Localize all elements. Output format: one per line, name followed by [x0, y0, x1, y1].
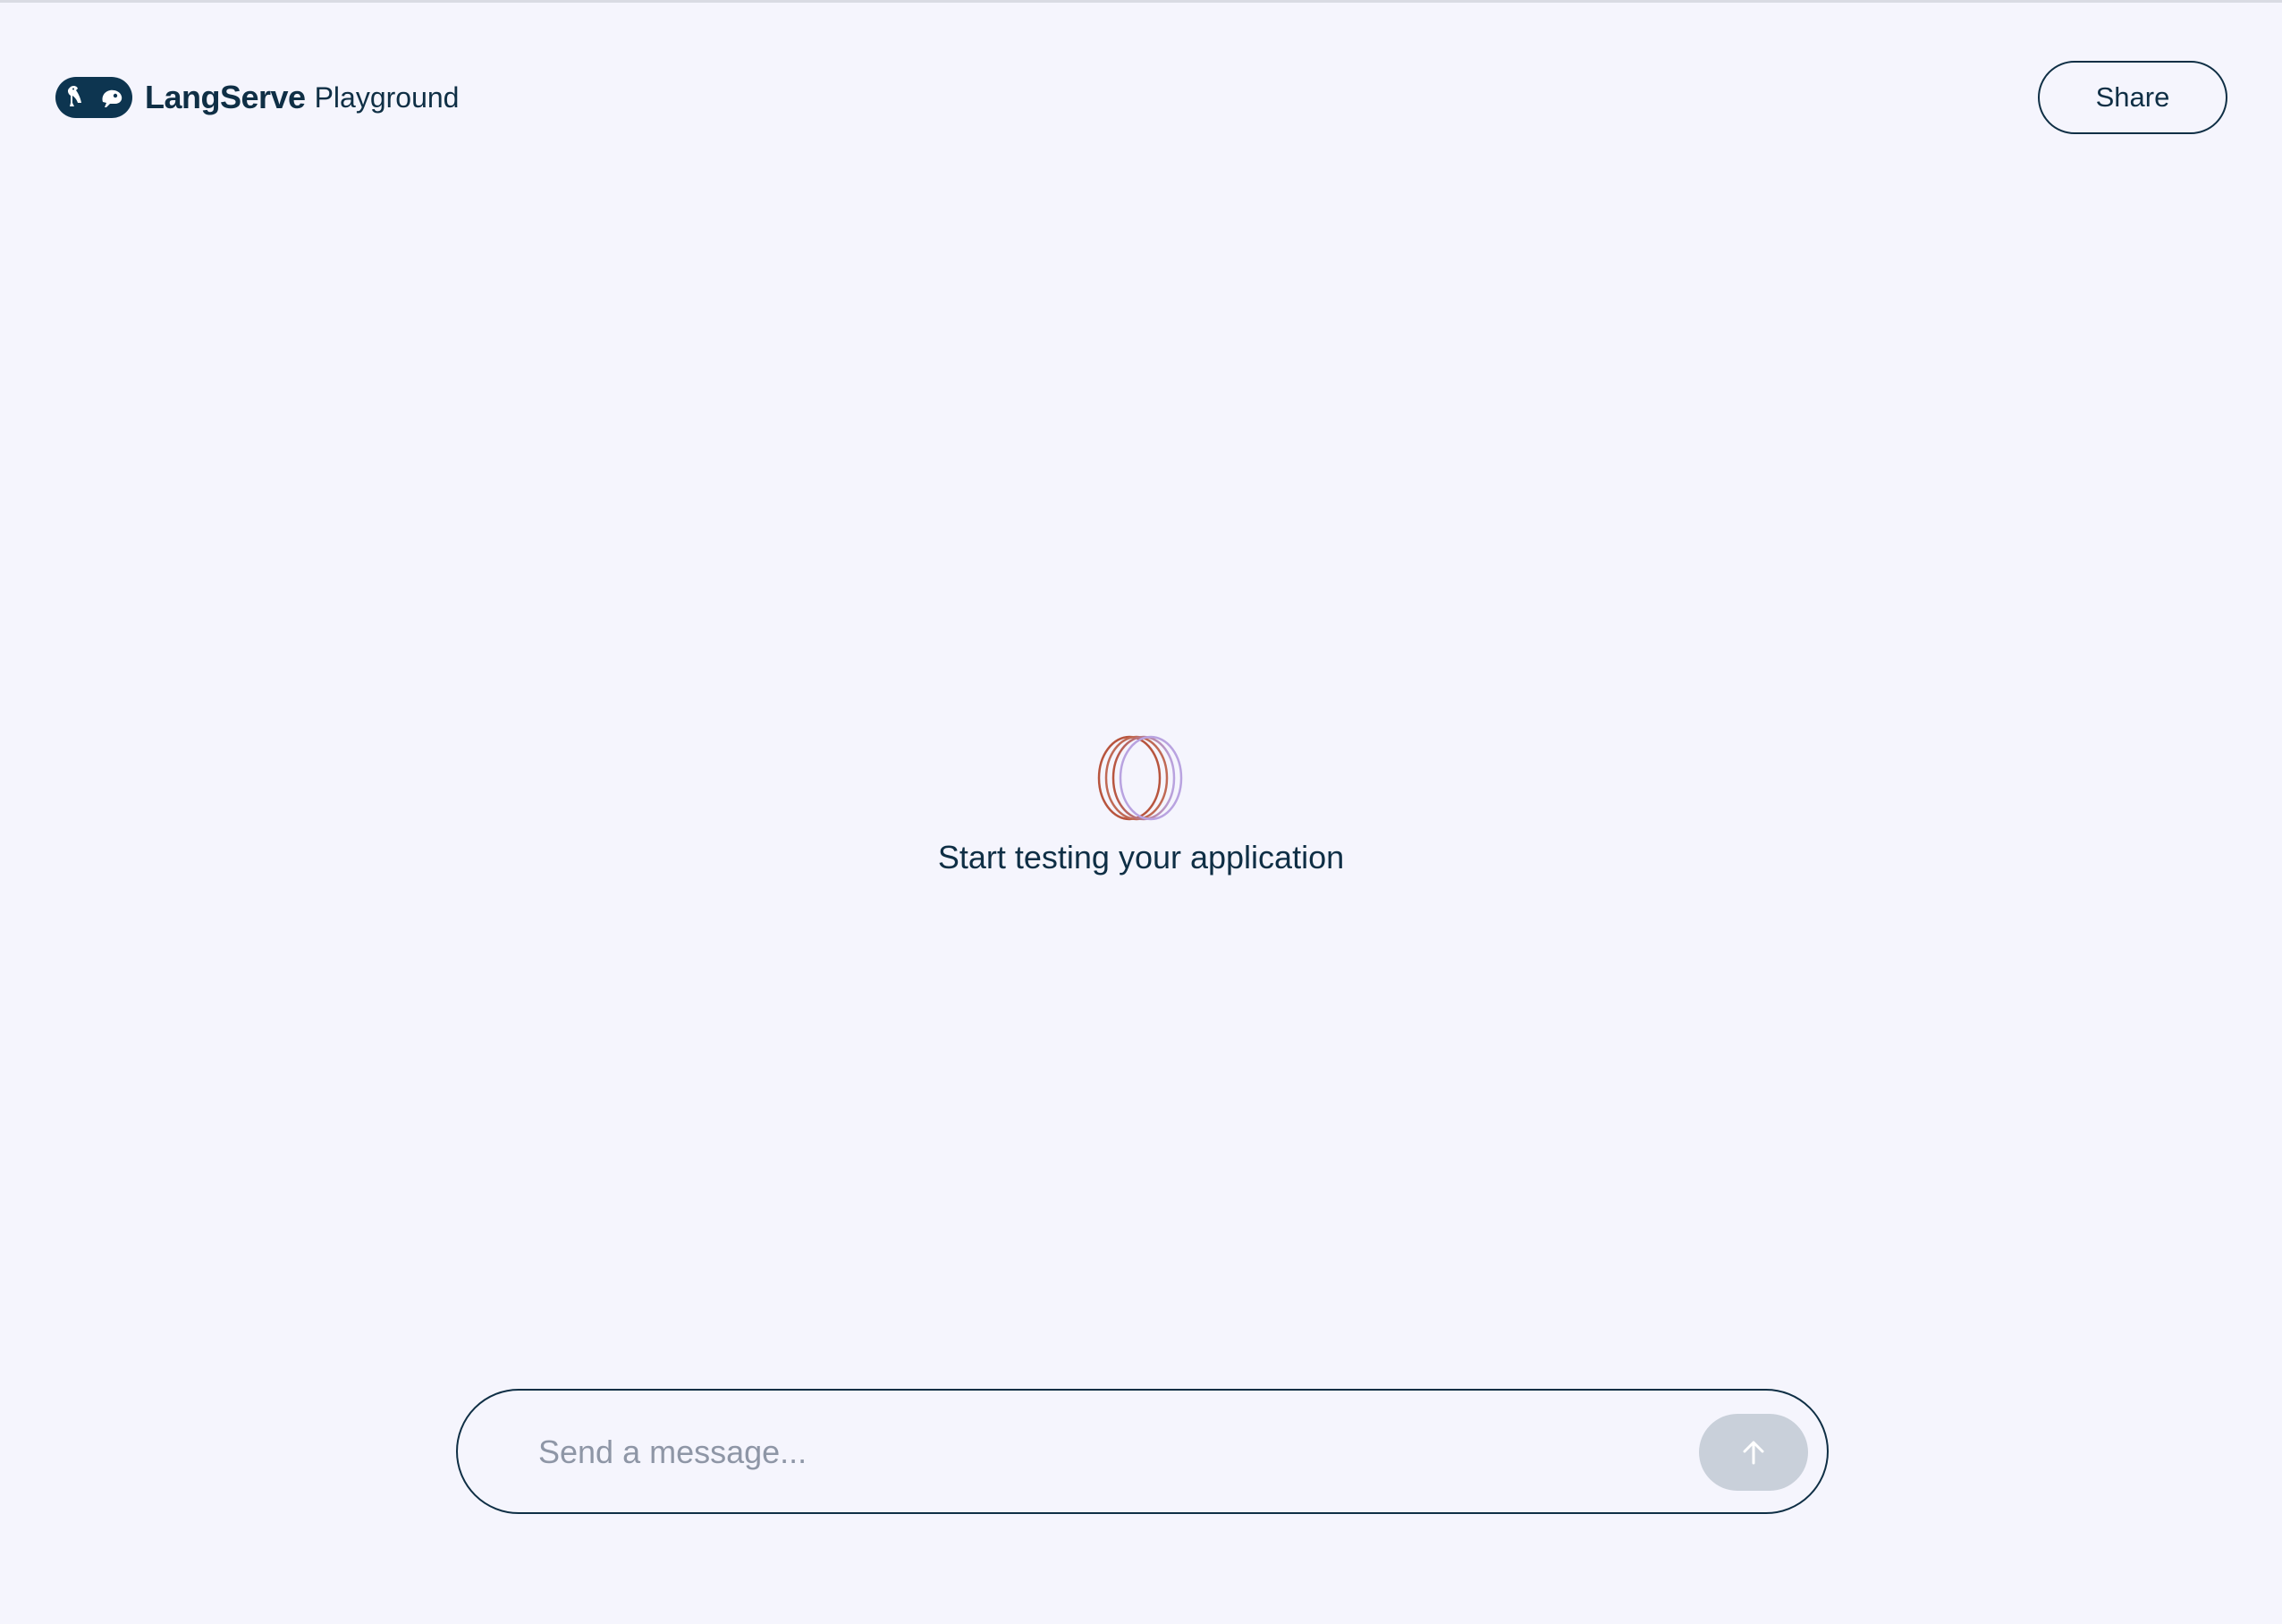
- window-top-border: [0, 0, 2282, 3]
- brand-name: LangServe: [145, 79, 306, 115]
- share-button[interactable]: Share: [2038, 61, 2227, 134]
- overlapping-rings-icon: [1097, 735, 1183, 821]
- parrot-icon: [67, 85, 81, 106]
- brand-suffix: Playground: [314, 80, 460, 114]
- message-input[interactable]: [537, 1423, 1613, 1482]
- langchain-logo-icon: [55, 77, 132, 118]
- message-composer: [456, 1389, 1829, 1514]
- empty-state-title: Start testing your application: [937, 839, 1345, 875]
- chain-link-icon: [102, 89, 123, 107]
- empty-state: Start testing your application: [0, 733, 2282, 876]
- arrow-up-icon: [1743, 1441, 1764, 1465]
- app-header: LangServe Playground: [55, 75, 459, 120]
- send-button[interactable]: [1699, 1414, 1808, 1491]
